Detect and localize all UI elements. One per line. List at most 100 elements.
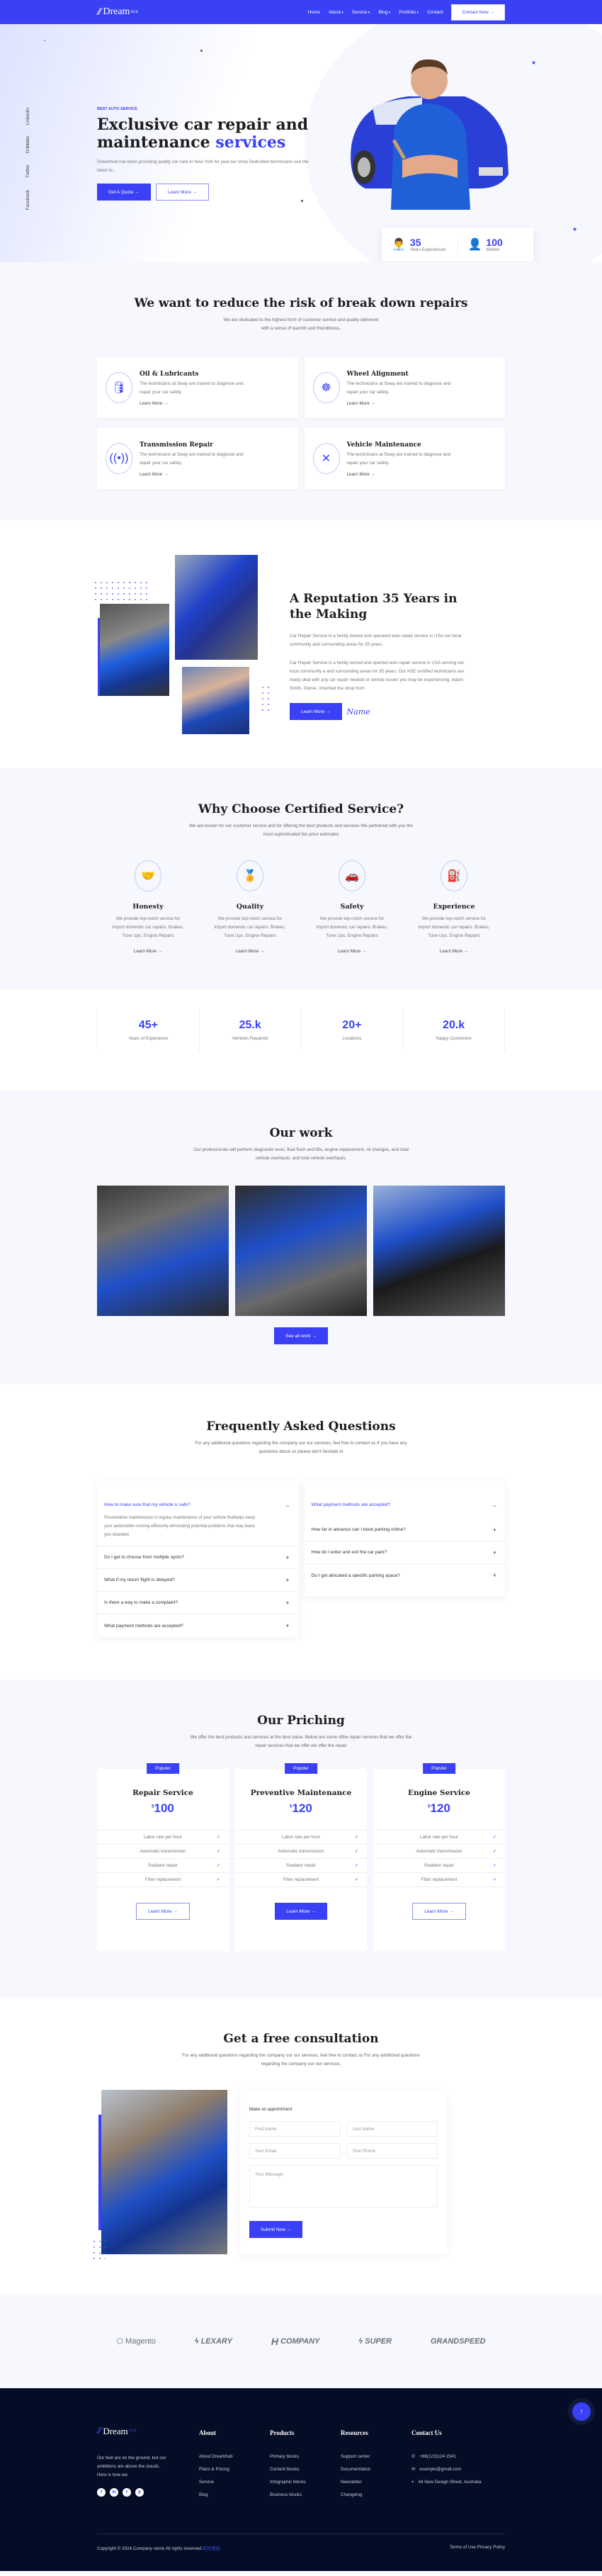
service-learn-more-link[interactable]: Learn More → (140, 401, 168, 406)
faq-question[interactable]: What payment methods are accepted? (312, 1502, 493, 1507)
work-photo-oil-funnel[interactable] (97, 1186, 229, 1316)
faq-question[interactable]: How do I enter and exit the car park? (312, 1550, 493, 1555)
faq-question[interactable]: Do I get to choose from multiple spots? (104, 1555, 285, 1560)
faq-item[interactable]: Do I get to choose from multiple spots? + (97, 1546, 298, 1569)
minus-icon[interactable]: − (493, 1502, 496, 1509)
submit-now-button[interactable]: Submit Now → (249, 2221, 303, 2238)
feature-label: Radiator repair (424, 1863, 454, 1868)
why-learn-more-link[interactable]: Learn More → (338, 949, 366, 954)
social-dribbble[interactable]: Dribbble (25, 136, 30, 153)
plus-icon[interactable]: + (285, 1577, 289, 1584)
plus-icon[interactable]: + (285, 1554, 289, 1561)
why-learn-more-link[interactable]: Learn More → (134, 949, 162, 954)
pinterest-icon[interactable]: p (135, 2488, 144, 2497)
social-twitter[interactable]: Twitter (25, 164, 30, 178)
contact-now-button[interactable]: Contact Now → (451, 4, 505, 21)
footer-link[interactable]: Infographic blocks (270, 2480, 341, 2485)
faq-item[interactable]: Is there a way to make a complaint? + (97, 1592, 298, 1614)
service-learn-more-link[interactable]: Learn More → (347, 472, 375, 477)
plan-learn-more-button[interactable]: Learn More → (136, 1903, 190, 1920)
nav-portfolio[interactable]: Protfolio (399, 10, 419, 15)
see-all-work-button[interactable]: See all work → (274, 1327, 328, 1344)
message-textarea[interactable]: Your Massage (249, 2165, 438, 2207)
learn-more-button[interactable]: Learn More → (155, 184, 210, 201)
legal-links[interactable]: Terms of Use Privacy Policy (450, 2545, 505, 2551)
facebook-icon[interactable]: f (97, 2488, 106, 2497)
minus-icon[interactable]: − (285, 1502, 289, 1509)
nav-about[interactable]: About (329, 10, 343, 15)
copyright-link[interactable]: 网页模板 (203, 2546, 220, 2551)
faq-item[interactable]: What payment methods are accepted? − (305, 1496, 506, 1519)
stat-workers: 👤 100 Worker (457, 237, 534, 252)
nav-contact[interactable]: Contact (427, 10, 443, 15)
faq-question[interactable]: Do I get allocated a specific parking sp… (312, 1573, 493, 1578)
email-input[interactable]: Your Email (249, 2143, 341, 2159)
footer-logo[interactable]: //Dream HUB (97, 2425, 199, 2437)
faq-question[interactable]: What if my return flight is delayed? (104, 1577, 285, 1582)
footer-link[interactable]: Newsletter (341, 2480, 411, 2485)
phone-input[interactable]: Your Phone (346, 2143, 438, 2159)
back-to-top-button[interactable]: ↑ (572, 2402, 591, 2421)
faq-question[interactable]: How to make sure that my vehicle is safe… (104, 1502, 285, 1507)
nav-service[interactable]: Service (352, 10, 370, 15)
plus-icon[interactable]: + (493, 1572, 496, 1579)
faq-item[interactable]: What payment methods are accepted? + (97, 1614, 298, 1637)
plan-feature: Filter replacement ✓ (235, 1873, 367, 1887)
footer-phone[interactable]: ✆ +88(123)124 2541 (411, 2454, 496, 2459)
faq-section: Frequently Asked Questions For any addit… (0, 1384, 602, 1680)
why-learn-more-link[interactable]: Learn More → (440, 949, 468, 954)
last-name-input[interactable]: Last Name (346, 2121, 438, 2137)
service-learn-more-link[interactable]: Learn More → (347, 401, 375, 406)
faq-item[interactable]: Do I get allocated a specific parking sp… (305, 1564, 506, 1587)
service-learn-more-link[interactable]: Learn More → (140, 472, 168, 477)
services-section: We want to reduce the risk of break down… (0, 262, 602, 520)
faq-item[interactable]: How far in advance can I book parking on… (304, 1519, 505, 1541)
social-facebook[interactable]: Facebook (25, 190, 30, 210)
twitter-icon[interactable]: t (123, 2488, 131, 2497)
footer-link[interactable]: Plans & Pricing (199, 2467, 270, 2472)
reputation-learn-more-button[interactable]: Learn More → (290, 703, 342, 720)
footer-link[interactable]: Support center (341, 2454, 411, 2459)
nav-home[interactable]: Home (308, 10, 320, 15)
plus-icon[interactable]: + (493, 1549, 496, 1556)
plan-feature: Radiator repair ✓ (235, 1859, 367, 1873)
faq-item[interactable]: How to make sure that my vehicle is safe… (97, 1496, 298, 1546)
footer-email[interactable]: ✉ example@gmail.com (411, 2467, 496, 2472)
plan-learn-more-button[interactable]: Learn More → (412, 1903, 466, 1920)
footer-link[interactable]: Primary blocks (270, 2454, 341, 2459)
location-pin-icon: ⌖ (411, 2480, 414, 2485)
plus-icon[interactable]: + (285, 1599, 289, 1607)
footer-link[interactable]: Documentation (341, 2467, 411, 2472)
footer-link[interactable]: Content blocks (270, 2467, 341, 2472)
price-value: 120 (430, 1801, 450, 1815)
footer-link[interactable]: Blog (199, 2492, 270, 2497)
first-name-input[interactable]: First Name (249, 2121, 341, 2137)
get-quote-button[interactable]: Get A Quote → (97, 184, 151, 201)
hero-description: Dreamhub has been providing quality car … (97, 159, 309, 173)
faq-item[interactable]: What if my return flight is delayed? + (97, 1569, 298, 1592)
linkedin-icon[interactable]: in (110, 2488, 118, 2497)
footer-link[interactable]: Service (199, 2480, 270, 2485)
plan-learn-more-button[interactable]: Learn More → (275, 1903, 327, 1920)
why-learn-more-link[interactable]: Learn More → (236, 949, 264, 954)
footer-link[interactable]: Changelog (341, 2492, 411, 2497)
plus-icon[interactable]: + (493, 1526, 496, 1534)
section-subtitle: For any additional questions regarding t… (182, 2053, 420, 2066)
plus-icon[interactable]: + (285, 1622, 289, 1629)
faq-question[interactable]: How far in advance can I book parking on… (312, 1527, 493, 1532)
faq-question[interactable]: What payment methods are accepted? (104, 1624, 285, 1629)
plan-feature: Automatic transmission ✓ (373, 1845, 505, 1859)
footer-link[interactable]: About Dreamhub (199, 2454, 270, 2459)
hero-title-line2: maintenance (97, 133, 216, 152)
social-linkedin[interactable]: Linkedin (25, 108, 30, 125)
work-photo-tire[interactable] (373, 1186, 505, 1316)
work-photo-engine-repair[interactable] (235, 1186, 367, 1316)
faq-question[interactable]: Is there a way to make a complaint? (104, 1600, 285, 1605)
nav-blog[interactable]: Blog (378, 10, 390, 15)
why-title: Experience (433, 903, 475, 911)
footer-link[interactable]: Business blocks (270, 2492, 341, 2497)
check-icon: ✓ (492, 1877, 496, 1882)
why-text: We provide top-notch service for import … (418, 916, 490, 938)
logo[interactable]: // Dream HUB (97, 6, 138, 18)
faq-item[interactable]: How do I enter and exit the car park? + (304, 1541, 505, 1564)
